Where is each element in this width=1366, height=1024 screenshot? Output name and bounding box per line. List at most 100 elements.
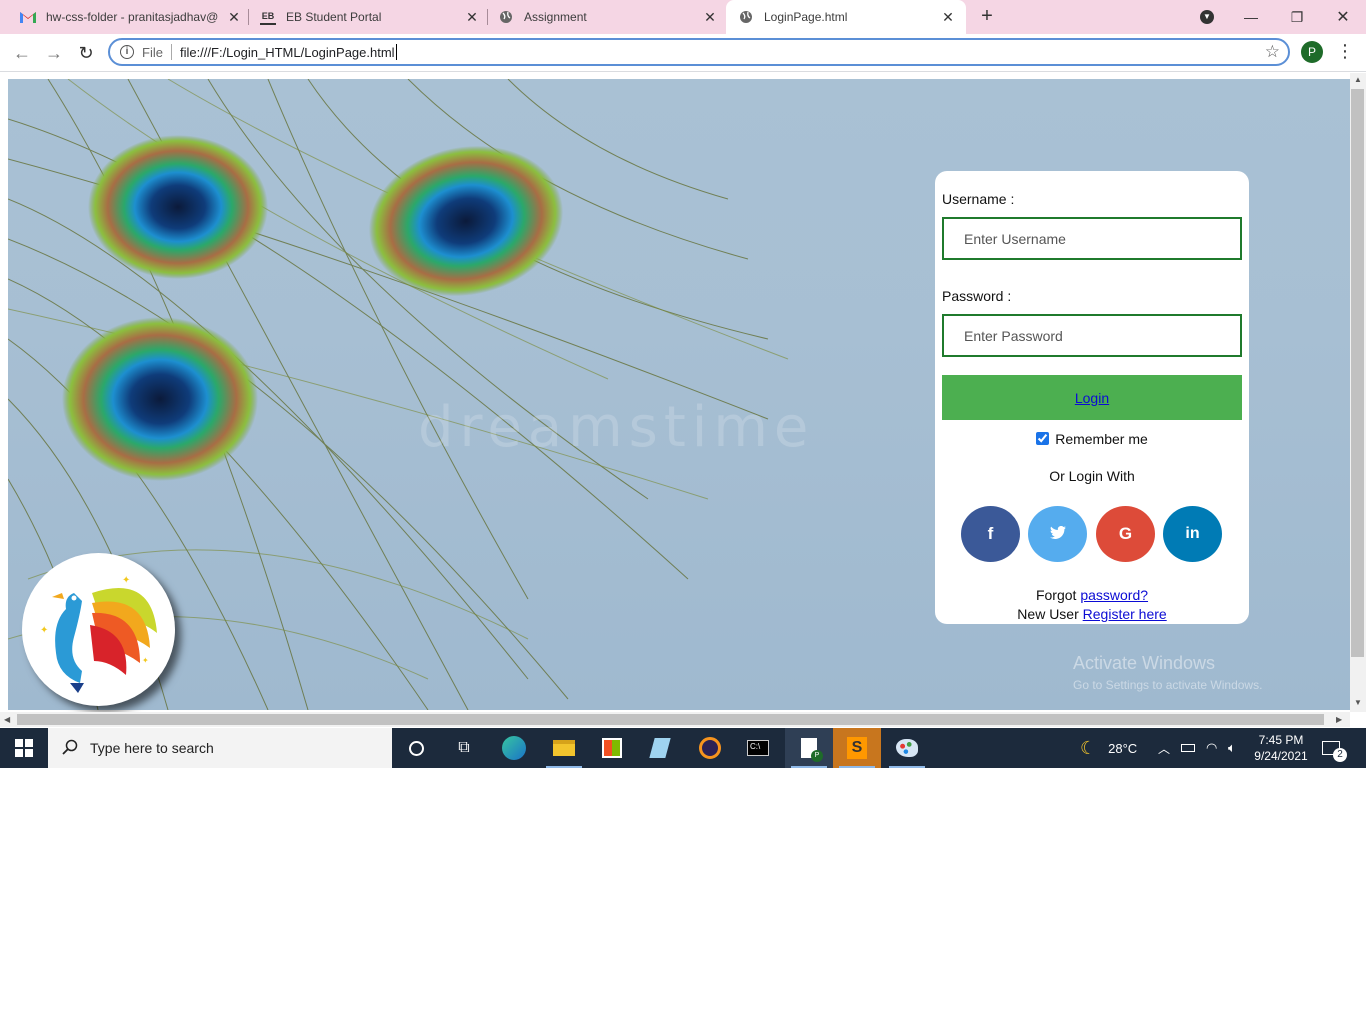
facebook-button[interactable]: f [961,506,1020,562]
activate-windows-watermark: Activate Windows Go to Settings to activ… [1073,653,1262,692]
vertical-scroll-thumb[interactable] [1351,89,1364,657]
forward-button[interactable]: → [43,42,65,64]
close-tab-icon[interactable]: ✕ [702,9,718,25]
battery-indicator[interactable] [1181,728,1195,768]
new-tab-button[interactable]: + [977,6,997,27]
minimize-icon: — [1244,9,1258,25]
close-tab-icon[interactable]: ✕ [464,9,480,25]
file-explorer-app[interactable] [540,728,588,768]
store-app[interactable] [588,728,636,768]
activate-windows-subtitle: Go to Settings to activate Windows. [1073,678,1263,692]
search-icon [62,739,78,758]
browser-toolbar: ← → ↻ i File file:///F:/Login_HTML/Login… [0,34,1366,72]
gmail-icon [20,9,36,25]
eclipse-app[interactable] [686,728,734,768]
tab-search-button[interactable]: ▼ [1184,0,1230,34]
peacock-logo: ✦ ✦ ✦ [22,553,175,706]
reload-icon: ↻ [78,42,94,63]
svg-text:✦: ✦ [40,625,48,636]
close-tab-icon[interactable]: ✕ [940,9,956,25]
tab-assignment[interactable]: Assignment ✕ [498,0,718,34]
arrow-right-icon: → [45,42,63,63]
show-hidden-icons[interactable]: ︿ [1158,728,1170,768]
notification-icon: 2 [1322,741,1347,762]
divider [170,44,172,60]
restore-icon: ❐ [1290,8,1304,25]
tab-title: hw-css-folder - pranitasjadhav@ [46,10,219,24]
taskbar-clock[interactable]: 7:45 PM 9/24/2021 [1248,732,1314,764]
close-tab-icon[interactable]: ✕ [226,9,242,25]
forgot-password-row: Forgot password? [935,587,1249,603]
svg-text:✦: ✦ [122,575,130,586]
activate-windows-title: Activate Windows [1073,653,1216,673]
weather-widget[interactable]: ☾ 28°C [1080,728,1137,768]
login-link[interactable]: Login [1075,390,1109,406]
start-button[interactable] [0,728,48,768]
facebook-icon: f [987,524,994,543]
tab-title: Assignment [524,10,587,24]
globe-icon [738,9,754,25]
username-label: Username : [942,191,1015,207]
network-indicator[interactable]: ◠ [1206,728,1217,768]
profile-avatar[interactable]: P [1301,41,1323,63]
forgot-password-link[interactable]: password? [1080,587,1148,603]
twitter-button[interactable] [1028,506,1087,562]
password-input[interactable] [942,314,1242,357]
wifi-icon: ◠ [1206,740,1218,755]
forgot-text: Forgot [1035,587,1077,603]
paint-app[interactable] [883,728,931,768]
restore-button[interactable]: ❐ [1274,0,1320,34]
tab-gmail[interactable]: hw-css-folder - pranitasjadhav@ ✕ [20,0,242,34]
login-card: Username : Password : Login Remember me … [935,171,1249,624]
cortana-button[interactable] [392,728,440,768]
store-icon [602,738,622,758]
url-text[interactable]: file:///F:/Login_HTML/LoginPage.html [180,45,395,60]
battery-icon [1181,744,1195,752]
login-button[interactable]: Login [942,375,1242,420]
notes-app[interactable] [636,728,684,768]
scroll-left-icon[interactable]: ◀ [4,715,10,724]
kebab-menu-icon[interactable]: ⋮ [1336,41,1354,63]
tab-loginpage[interactable]: LoginPage.html ✕ [726,0,966,34]
taskbar-search-box[interactable]: Type here to search [48,728,392,768]
terminal-app[interactable]: C:\ [734,728,782,768]
cortana-circle-icon [408,740,424,756]
close-window-button[interactable]: ✕ [1320,0,1366,34]
address-bar[interactable]: i File file:///F:/Login_HTML/LoginPage.h… [108,38,1290,66]
file-viewer-app[interactable]: P [785,728,833,768]
linkedin-button[interactable]: in [1163,506,1222,562]
page-viewport: dreamstime Username : Password : Login R… [0,73,1366,727]
globe-icon [498,9,514,25]
volume-indicator[interactable]: 🔈︎ [1228,728,1236,768]
remember-me-checkbox[interactable] [1036,432,1050,445]
reload-button[interactable]: ↻ [75,42,97,64]
scroll-right-icon[interactable]: ▶ [1336,715,1342,724]
new-user-text: New User [1017,606,1079,622]
username-input[interactable] [942,217,1242,260]
bookmark-star-icon[interactable]: ☆ [1265,42,1280,62]
or-login-with-text: Or Login With [1049,468,1135,484]
clock-time: 7:45 PM [1258,733,1304,747]
horizontal-scroll-thumb[interactable] [17,714,1324,725]
tab-eb-student-portal[interactable]: EB EB Student Portal ✕ [260,0,480,34]
scroll-down-icon[interactable]: ▼ [1354,698,1362,707]
info-icon[interactable]: i [120,45,134,59]
windows-taskbar: Type here to search ⧉ C:\ P S ☾ 28°C ︿ ◠… [0,728,1366,768]
tab-divider [487,9,488,25]
back-button[interactable]: ← [11,42,33,64]
google-button[interactable]: G [1096,506,1155,562]
speaker-icon: 🔈︎ [1228,740,1236,755]
register-link[interactable]: Register here [1083,606,1167,622]
edge-app[interactable] [490,728,538,768]
weather-temp: 28°C [1108,740,1138,756]
sublime-text-app[interactable]: S [833,728,881,768]
twitter-icon [1049,524,1066,544]
remember-me-label: Remember me [1055,431,1148,447]
notification-center[interactable]: 2 [1322,728,1347,768]
task-view-button[interactable]: ⧉ [440,728,488,768]
text-caret [395,44,397,60]
minimize-button[interactable]: — [1228,0,1274,34]
google-icon: G [1118,524,1133,543]
register-row: New User Register here [935,606,1249,622]
scroll-up-icon[interactable]: ▲ [1354,75,1362,84]
